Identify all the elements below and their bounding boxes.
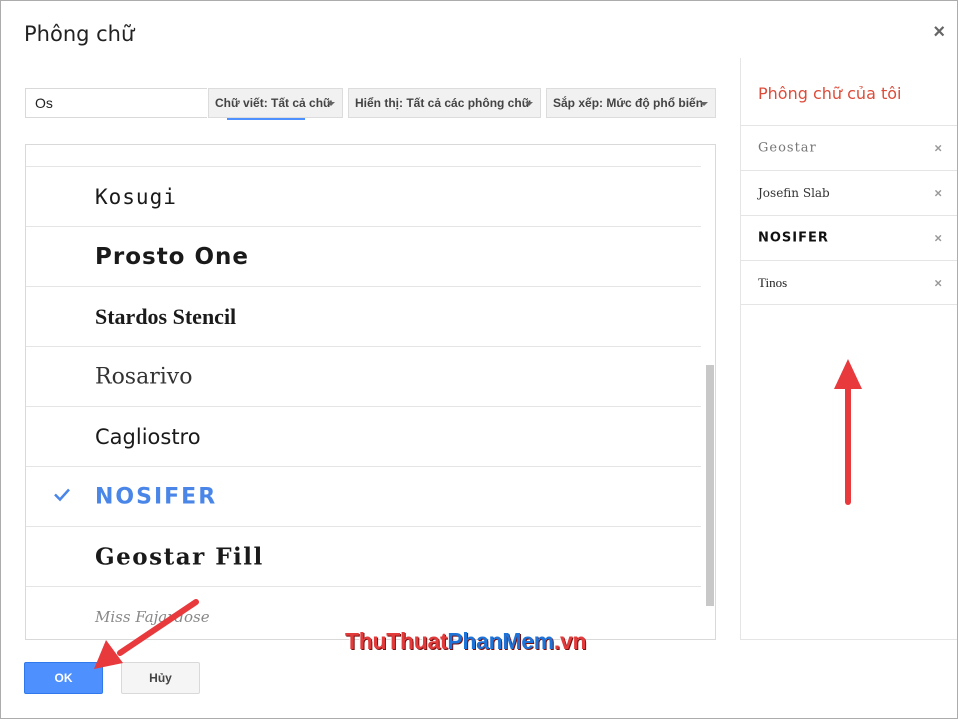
font-row[interactable]: Cagliostro [26, 407, 701, 467]
font-name: NOSIFER [95, 484, 218, 509]
font-row-selected[interactable]: NOSIFER [26, 467, 701, 527]
font-dialog: Phông chữ × Chữ viết: Tất cả chữ Hiển th… [0, 0, 958, 719]
font-row-partial[interactable] [26, 145, 701, 167]
sort-filter-dropdown[interactable]: Sắp xếp: Mức độ phổ biến [546, 88, 716, 118]
font-row[interactable]: Rosarivo [26, 347, 701, 407]
my-font-name: Josefin Slab [758, 186, 830, 200]
close-icon[interactable]: × [934, 231, 942, 246]
my-font-item[interactable]: NOSIFER × [741, 215, 957, 260]
font-row[interactable]: Stardos Stencil [26, 287, 701, 347]
watermark-logo: ThuThuatPhanMem.vn [345, 628, 587, 655]
cancel-button[interactable]: Hủy [121, 662, 200, 694]
font-name: Stardos Stencil [95, 303, 237, 329]
font-name: Geostar Fill [95, 543, 264, 570]
font-row[interactable]: Kosugi [26, 167, 701, 227]
my-fonts-panel: Phông chữ của tôi Geostar × Josefin Slab… [740, 58, 957, 640]
font-name: Prosto One [95, 243, 250, 270]
my-font-name: Tinos [758, 274, 788, 290]
font-name: Rosarivo [95, 364, 193, 389]
watermark-part: .vn [553, 628, 587, 654]
font-row[interactable]: Geostar Fill [26, 527, 701, 587]
my-font-item[interactable]: Tinos × [741, 260, 957, 305]
close-icon[interactable]: × [933, 22, 945, 42]
close-icon[interactable]: × [934, 186, 942, 201]
font-row[interactable]: Prosto One [26, 227, 701, 287]
dialog-title: Phông chữ [24, 22, 135, 46]
font-name: Miss Fajardose [95, 607, 210, 626]
tab-underline [227, 118, 305, 120]
font-search-input[interactable] [25, 88, 207, 118]
close-icon[interactable]: × [934, 275, 942, 290]
ok-button[interactable]: OK [24, 662, 103, 694]
font-name: Cagliostro [95, 424, 201, 449]
font-list: Kosugi Prosto One Stardos Stencil Rosari… [25, 144, 716, 640]
font-name: Kosugi [95, 184, 177, 209]
check-icon [53, 487, 71, 506]
my-font-name: NOSIFER [758, 230, 829, 246]
my-fonts-heading: Phông chữ của tôi [758, 84, 902, 103]
script-filter-dropdown[interactable]: Chữ viết: Tất cả chữ [208, 88, 343, 118]
scrollbar-thumb[interactable] [706, 365, 714, 606]
close-icon[interactable]: × [934, 141, 942, 156]
watermark-part: ThuThuat [345, 628, 448, 654]
show-filter-dropdown[interactable]: Hiển thị: Tất cả các phông chữ [348, 88, 541, 118]
watermark-part: PhanMem [447, 628, 554, 654]
my-font-name: Geostar [758, 140, 817, 156]
my-font-item[interactable]: Geostar × [741, 125, 957, 170]
my-font-item[interactable]: Josefin Slab × [741, 170, 957, 215]
